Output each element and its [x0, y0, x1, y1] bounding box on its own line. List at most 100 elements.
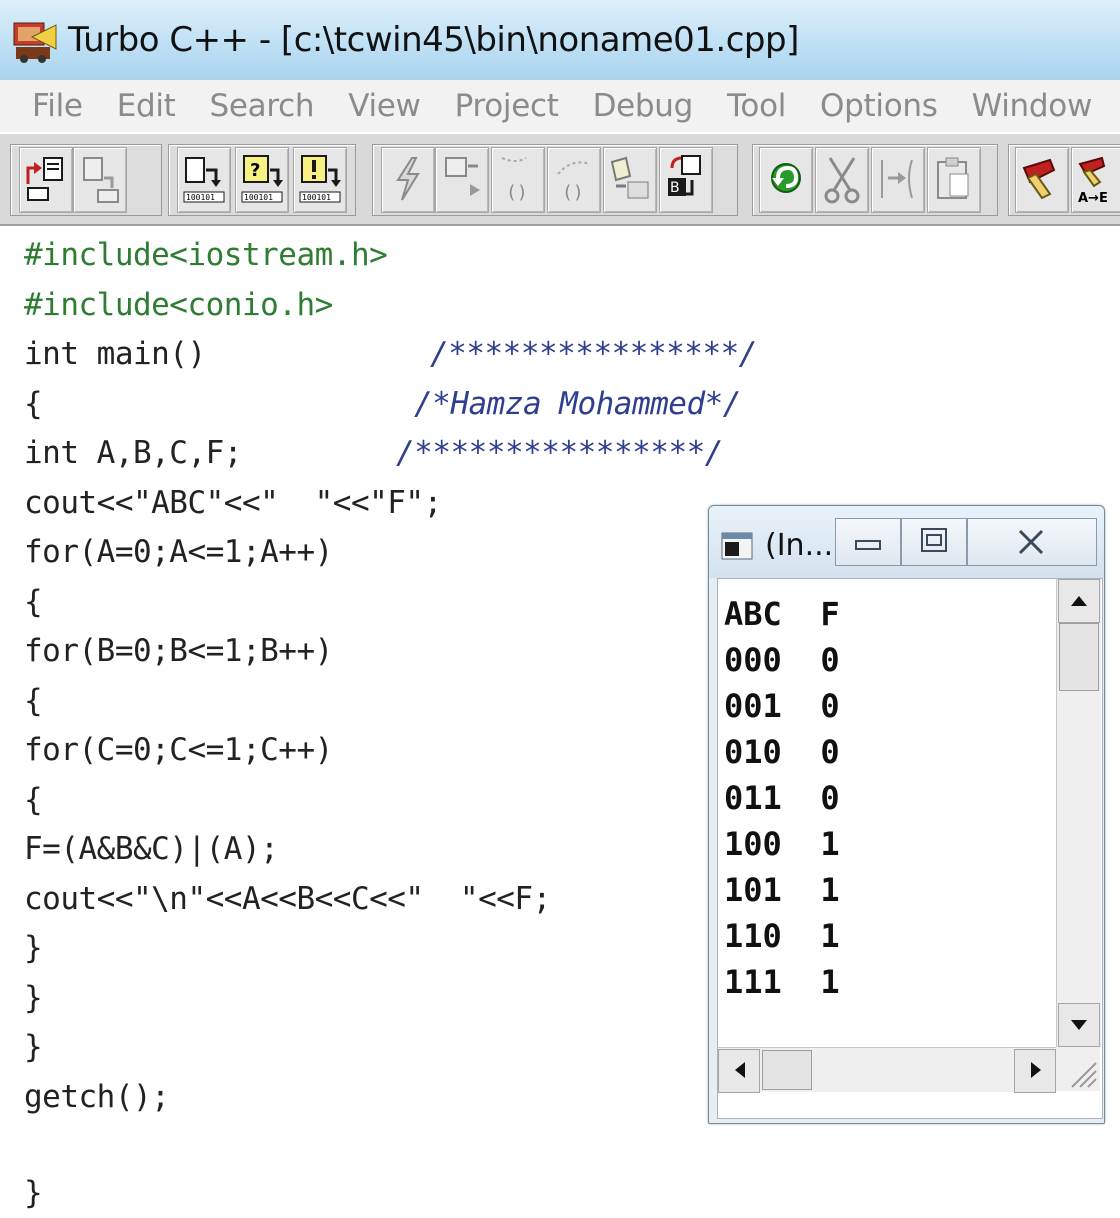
toggle-breakpoint-button[interactable]: [435, 147, 489, 213]
code-line-8: {: [24, 584, 43, 620]
scroll-down-button[interactable]: [1058, 1003, 1100, 1047]
arrow-left-icon: [735, 1062, 745, 1078]
close-project-button[interactable]: [73, 147, 127, 213]
code-comment-5: /****************/: [396, 435, 723, 471]
console-output-row: 110 1: [724, 917, 840, 955]
menu-tool[interactable]: Tool: [727, 88, 786, 124]
arrow-down-icon: [1071, 1020, 1087, 1030]
console-output-row: 111 1: [724, 963, 840, 1001]
svg-text:(): (): [506, 182, 528, 203]
toolbar-group-edit: [752, 144, 998, 216]
cut-icon: [824, 157, 860, 204]
scroll-left-button[interactable]: [718, 1049, 760, 1093]
menu-file[interactable]: File: [32, 88, 83, 124]
toolbar-group-breakpoints: () () B: [372, 144, 738, 216]
console-output-row: 011 0: [724, 779, 840, 817]
code-line-7: for(A=0;A<=1;A++): [24, 534, 333, 570]
console-title-bar[interactable]: (In...: [709, 506, 1104, 578]
menu-project[interactable]: Project: [455, 88, 559, 124]
code-line-3: int main(): [24, 336, 206, 372]
console-output-area[interactable]: ABC F 000 0 001 0 010 0 011 0 100 1 101 …: [717, 578, 1103, 1119]
run-to-cursor-icon: 100101: [299, 155, 341, 203]
svg-text:?: ?: [250, 160, 260, 181]
svg-text:(): (): [562, 182, 584, 203]
menu-debug[interactable]: Debug: [593, 88, 694, 124]
paste-button[interactable]: [927, 147, 981, 213]
trace-into-button[interactable]: ? 100101: [235, 147, 289, 213]
open-project-button[interactable]: [19, 147, 73, 213]
code-line-10: {: [24, 683, 43, 719]
close-project-icon: [83, 157, 119, 203]
menu-options[interactable]: Options: [820, 88, 938, 124]
close-button[interactable]: [967, 518, 1097, 566]
window-title: Turbo C++ - [c:\tcwin45\bin\noname01.cpp…: [68, 20, 799, 60]
find-button[interactable]: [1015, 147, 1069, 213]
console-output-row: 000 0: [724, 641, 840, 679]
open-project-icon: [26, 157, 63, 201]
run-to-cursor-button[interactable]: 100101: [293, 147, 347, 213]
svg-text:100101: 100101: [186, 193, 215, 202]
arrow-up-icon: [1071, 596, 1087, 606]
add-watch-icon: [610, 156, 649, 199]
code-line-2: #include<conio.h>: [24, 287, 333, 323]
resize-grip-icon: [1071, 1062, 1097, 1088]
lightning-icon: [396, 157, 420, 201]
add-watch-button[interactable]: [603, 147, 657, 213]
replace-button[interactable]: A→E: [1071, 147, 1120, 213]
console-output-row: 010 0: [724, 733, 840, 771]
evaluate-button[interactable]: (): [547, 147, 601, 213]
copy-button[interactable]: [871, 147, 925, 213]
step-over-button[interactable]: 100101: [177, 147, 231, 213]
svg-text:100101: 100101: [302, 193, 331, 202]
paste-icon: [937, 157, 969, 199]
undo-button[interactable]: [759, 147, 813, 213]
undo-icon: [771, 163, 801, 193]
code-line-1: #include<iostream.h>: [24, 237, 388, 273]
toolbar-group-project: [10, 144, 162, 216]
close-icon: [1018, 529, 1044, 555]
console-output-row: 001 0: [724, 687, 840, 725]
code-line-16: }: [24, 980, 43, 1016]
turbo-cpp-app-icon[interactable]: [12, 17, 58, 63]
evaluate-icon: (): [557, 161, 591, 203]
maximize-button[interactable]: [901, 518, 967, 566]
menu-view[interactable]: View: [348, 88, 421, 124]
console-output-row: 101 1: [724, 871, 840, 909]
resize-grip[interactable]: [1056, 1047, 1100, 1091]
build-button[interactable]: B: [659, 147, 713, 213]
replace-label: A→E: [1078, 191, 1108, 206]
code-line-19: }: [24, 1175, 43, 1211]
toolbar: 100101 ? 100101 100101 () () B A→E: [0, 132, 1120, 228]
menu-window[interactable]: Window: [972, 88, 1093, 124]
code-line-6: cout<<"ABC"<<" "<<"F";: [24, 485, 442, 521]
toolbar-group-debug-run: 100101 ? 100101 100101: [168, 144, 356, 216]
horizontal-scrollbar[interactable]: [718, 1047, 1056, 1093]
code-line-15: }: [24, 930, 43, 966]
cut-button[interactable]: [815, 147, 869, 213]
inspect-icon: (): [501, 157, 528, 203]
code-line-4: {: [24, 386, 43, 422]
minimize-icon: [855, 540, 881, 550]
toggle-breakpoint-icon: [445, 157, 480, 196]
console-output-header: ABC F: [724, 595, 840, 633]
code-comment-4: /*Hamza Mohammed*/: [414, 386, 741, 422]
toolbar-group-search: A→E: [1008, 144, 1120, 216]
menu-search[interactable]: Search: [210, 88, 315, 124]
minimize-button[interactable]: [835, 518, 901, 566]
arrow-right-icon: [1031, 1062, 1041, 1078]
inspect-button[interactable]: (): [491, 147, 545, 213]
console-window[interactable]: (In... ABC F 000 0 001 0 010 0 011 0 100…: [708, 505, 1105, 1124]
code-line-14: cout<<"\n"<<A<<B<<C<<" "<<F;: [24, 881, 551, 917]
horizontal-scroll-thumb[interactable]: [762, 1050, 812, 1090]
menu-edit[interactable]: Edit: [117, 88, 176, 124]
vertical-scroll-thumb[interactable]: [1059, 623, 1099, 691]
svg-text:B: B: [670, 180, 680, 196]
lightning-button[interactable]: [381, 147, 435, 213]
vertical-scrollbar[interactable]: [1056, 579, 1101, 1047]
scroll-right-button[interactable]: [1014, 1049, 1056, 1093]
scroll-up-button[interactable]: [1058, 579, 1100, 623]
code-line-17: }: [24, 1029, 43, 1065]
code-line-12: {: [24, 782, 43, 818]
trace-into-icon: ? 100101: [241, 155, 283, 203]
menu-bar: File Edit Search View Project Debug Tool…: [0, 80, 1120, 132]
